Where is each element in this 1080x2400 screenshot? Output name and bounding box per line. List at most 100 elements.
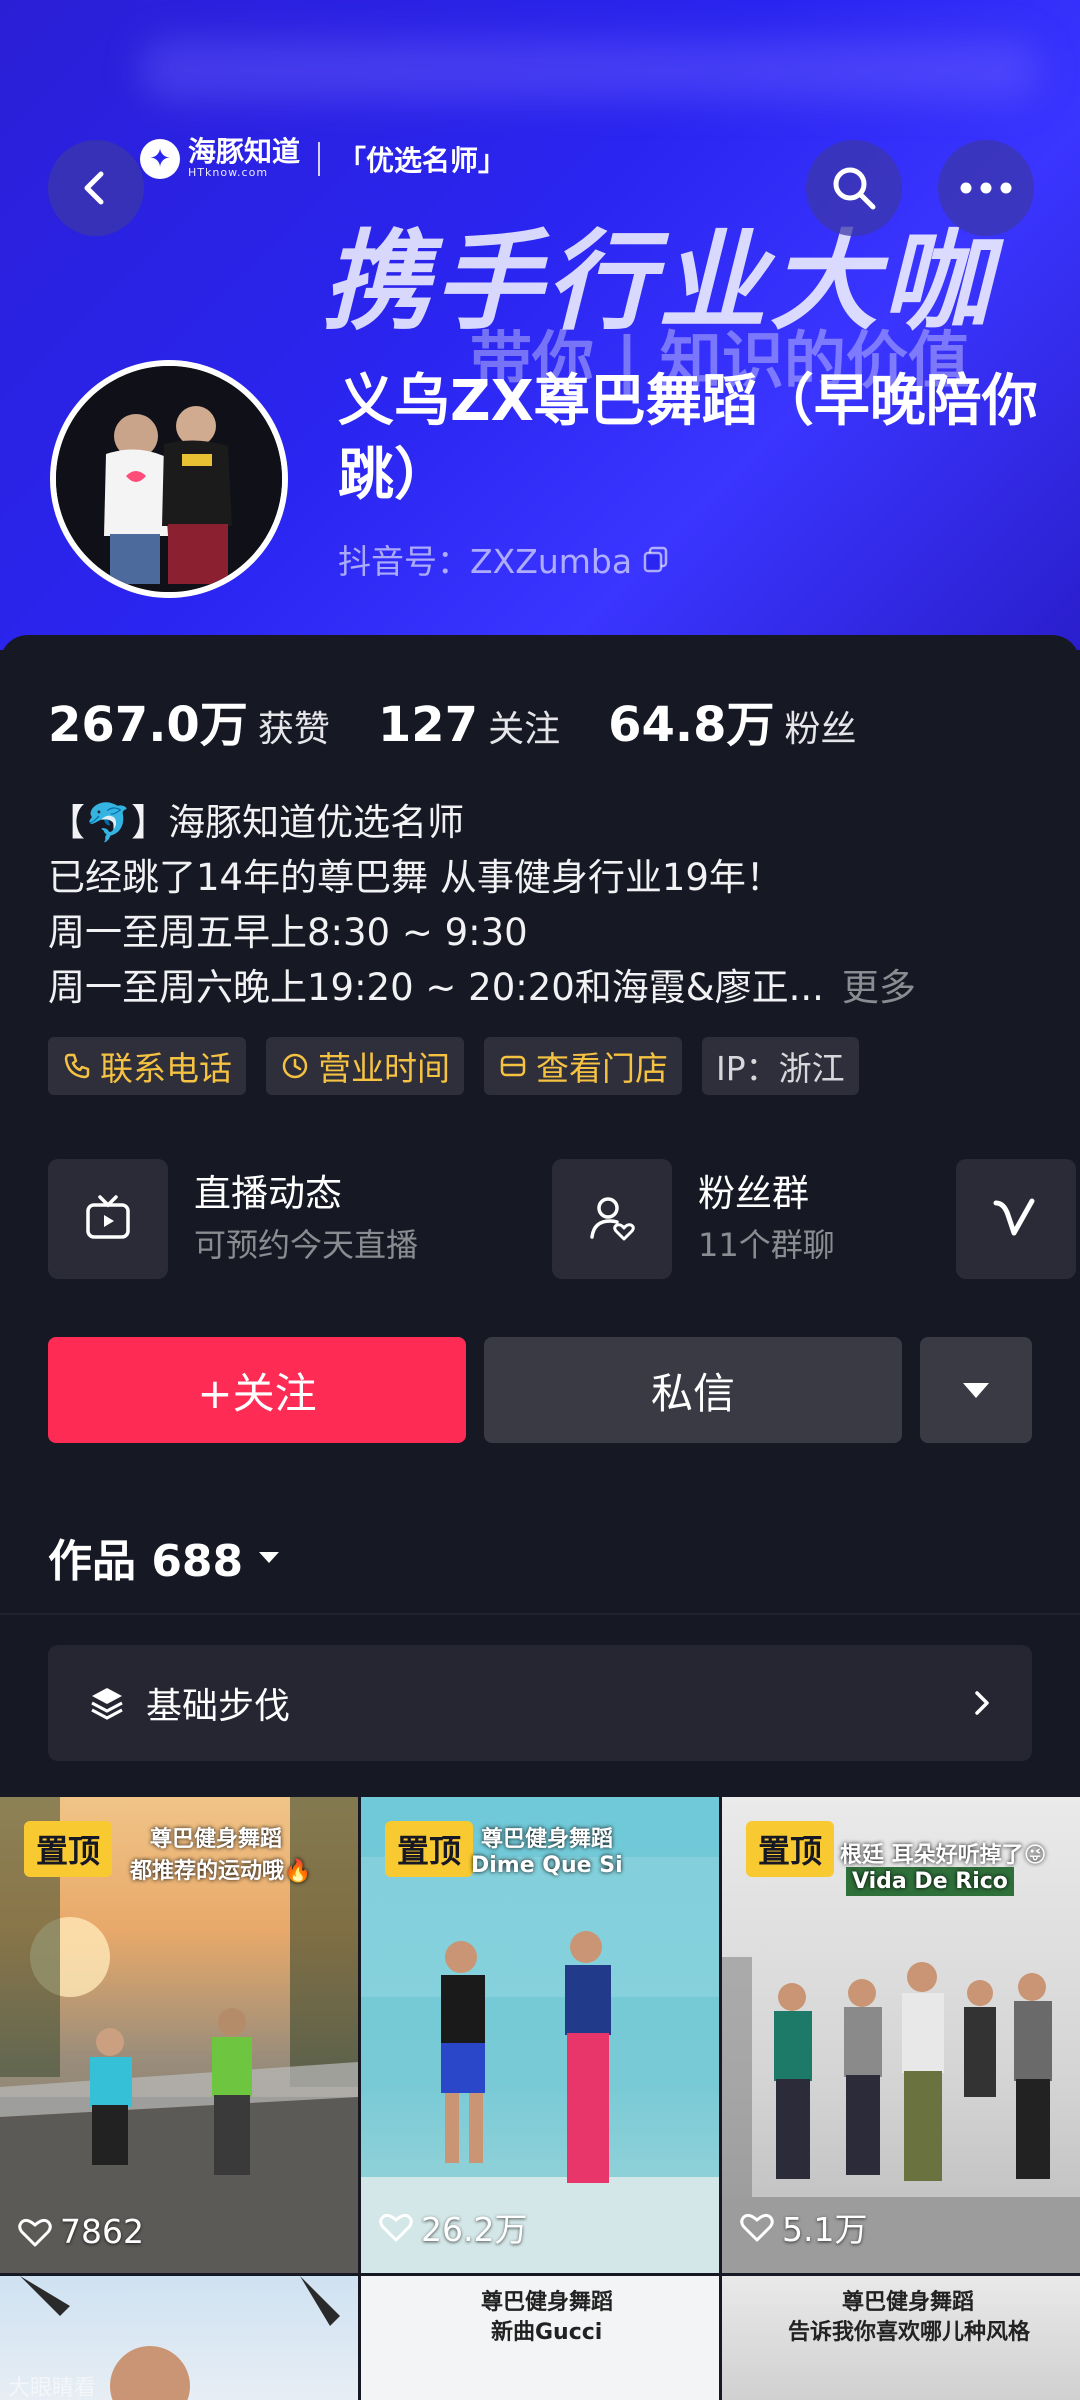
- video-caption-sub: 告诉我你喜欢哪儿种风格: [788, 2320, 1031, 2345]
- collection-label: 基础步伐: [146, 1686, 291, 1727]
- tv-icon: [86, 1195, 130, 1239]
- avatar-photo: [56, 366, 282, 592]
- brand-domain: HTknow.com: [188, 166, 269, 179]
- fans-icon-box: [552, 1159, 672, 1279]
- heart-icon: [379, 2213, 413, 2242]
- stat-following-count: 127: [377, 697, 479, 753]
- v-logo-icon: [993, 1198, 1035, 1236]
- video-caption-sub: 新曲Gucci: [491, 2320, 603, 2345]
- stat-likes-label: 获赞: [257, 709, 330, 750]
- collection-basic-steps[interactable]: 基础步伐: [48, 1645, 1032, 1761]
- live-icon-box: [48, 1159, 168, 1279]
- profile-name: 义乌ZX尊巴舞蹈（早晚陪你跳）: [338, 369, 1038, 508]
- video-caption-sub: Vida De Rico: [846, 1867, 1014, 1896]
- message-button[interactable]: 私信: [484, 1337, 902, 1443]
- triangle-down-icon: [963, 1383, 989, 1398]
- tag-store[interactable]: 查看门店: [484, 1037, 682, 1095]
- action-buttons: +关注 私信: [48, 1337, 1032, 1443]
- follow-button[interactable]: +关注: [48, 1337, 466, 1443]
- tag-ip-label: IP：浙江: [716, 1049, 845, 1088]
- stat-likes[interactable]: 267.0万 获赞: [48, 685, 330, 755]
- works-label: 作品 688: [48, 1536, 244, 1587]
- avatar[interactable]: [50, 360, 288, 598]
- stat-followers-count: 64.8万: [608, 697, 775, 753]
- copy-icon[interactable]: [642, 545, 670, 573]
- live-card-title: 直播动态: [194, 1172, 342, 1215]
- heart-icon: [18, 2218, 52, 2246]
- stat-following[interactable]: 127 关注: [378, 697, 560, 753]
- back-button[interactable]: [48, 140, 144, 236]
- bio-line-text: 周一至周六晚上19:20 ~ 20:20和海霞&廖正...: [48, 966, 824, 1009]
- stat-followers[interactable]: 64.8万 粉丝: [608, 685, 856, 755]
- video-caption-sub: 都推荐的运动哦🔥: [130, 1859, 312, 1884]
- works-tab[interactable]: 作品 688: [48, 1525, 281, 1589]
- video-caption: 尊巴健身舞蹈: [481, 2290, 614, 2315]
- live-card-subtitle: 可预约今天直播: [194, 1226, 419, 1264]
- video-likes-count: 7862: [60, 2212, 144, 2251]
- fans-group-icon: [590, 1197, 635, 1241]
- heart-icon: [740, 2213, 774, 2242]
- tag-hours-label: 营业时间: [318, 1049, 450, 1088]
- video-caption-sub: Dime Que Si: [471, 1853, 623, 1878]
- video-caption: 尊巴健身舞蹈: [842, 2290, 975, 2315]
- brand-divider: [318, 141, 321, 176]
- tag-phone-label: 联系电话: [100, 1049, 232, 1088]
- banner-glow: [140, 40, 1040, 100]
- clock-icon: [282, 1053, 308, 1079]
- more-dots-icon: [960, 182, 1012, 194]
- recommend-dropdown-button[interactable]: [920, 1337, 1032, 1443]
- pinned-badge: 置顶: [24, 1821, 113, 1877]
- bio-more-link[interactable]: 更多: [842, 966, 916, 1009]
- video-caption: 尊巴健身舞蹈: [481, 1827, 614, 1852]
- tag-hours[interactable]: 营业时间: [266, 1037, 464, 1095]
- more-button[interactable]: [938, 140, 1034, 236]
- bio-line: 周一至周五早上8:30 ~ 9:30: [48, 911, 528, 954]
- store-icon: [500, 1055, 526, 1077]
- vlog-card[interactable]: [956, 1159, 1076, 1279]
- search-button[interactable]: [806, 140, 902, 236]
- stat-followers-label: 粉丝: [784, 709, 857, 750]
- search-icon: [833, 167, 876, 210]
- stat-likes-count: 267.0万: [48, 697, 248, 753]
- tag-store-label: 查看门店: [536, 1049, 668, 1088]
- brand-tag: 「优选名师」: [338, 143, 507, 177]
- tag-phone[interactable]: 联系电话: [48, 1037, 246, 1095]
- video-tile[interactable]: 置顶 尊巴健身舞蹈 Dime Que Si 26.2万: [361, 1797, 719, 2273]
- video-likes-count: 26.2万: [421, 2210, 528, 2249]
- bio-line: 已经跳了14年的尊巴舞 从事健身行业19年！: [48, 856, 783, 899]
- watermark: 大眼睛看: [8, 2376, 97, 2400]
- layers-icon: [91, 1688, 123, 1720]
- video-likes: 5.1万: [740, 2203, 867, 2251]
- chevron-right-icon: [975, 1691, 989, 1715]
- works-divider: [0, 1613, 1080, 1615]
- feature-cards: 直播动态 可预约今天直播 粉丝群 11个群聊: [48, 1159, 1080, 1279]
- fans-card-title: 粉丝群: [698, 1172, 809, 1215]
- video-tile[interactable]: 置顶 根廷 耳朵好听掉了😜 Vida De Rico 5.1万: [722, 1797, 1080, 2273]
- video-likes: 7862: [18, 2212, 144, 2251]
- bio-line-last: 周一至周六晚上19:20 ~ 20:20和海霞&廖正... 更多: [48, 960, 1048, 1015]
- live-card[interactable]: 直播动态 可预约今天直播: [48, 1159, 418, 1279]
- video-caption: 根廷 耳朵好听掉了😜: [840, 1843, 1047, 1868]
- chevron-left-icon: [84, 171, 104, 205]
- douyin-id[interactable]: 抖音号：ZXZumba: [338, 535, 670, 583]
- brand-logo: ✦ 海豚知道 HTknow.com 「优选名师」: [140, 138, 506, 179]
- fans-card-subtitle: 11个群聊: [698, 1226, 835, 1264]
- bio-line: 【🐬】海豚知道优选名师: [48, 801, 465, 844]
- video-tile[interactable]: 尊巴健身舞蹈 新曲Gucci: [361, 2276, 719, 2400]
- video-likes-count: 5.1万: [782, 2210, 868, 2249]
- fans-group-card[interactable]: 粉丝群 11个群聊: [552, 1159, 835, 1279]
- stats-row: 267.0万 获赞 127 关注 64.8万 粉丝: [48, 685, 857, 755]
- info-tags: 联系电话 营业时间 查看门店 IP：浙江: [48, 1037, 859, 1095]
- caret-down-icon: [259, 1552, 280, 1563]
- phone-icon: [64, 1053, 90, 1079]
- video-tile[interactable]: 置顶 尊巴健身舞蹈 都推荐的运动哦🔥 7862: [0, 1797, 358, 2273]
- brand-name: 海豚知道: [188, 135, 301, 168]
- douyin-id-text: 抖音号：ZXZumba: [338, 542, 633, 581]
- video-tile[interactable]: 尊巴健身舞蹈 告诉我你喜欢哪儿种风格: [722, 2276, 1080, 2400]
- video-caption: 尊巴健身舞蹈: [150, 1827, 283, 1852]
- bio[interactable]: 【🐬】海豚知道优选名师 已经跳了14年的尊巴舞 从事健身行业19年！ 周一至周五…: [48, 795, 1048, 1015]
- tag-ip: IP：浙江: [702, 1037, 859, 1095]
- video-likes: 26.2万: [379, 2203, 527, 2251]
- stat-following-label: 关注: [488, 709, 561, 750]
- dolphin-icon: ✦: [140, 138, 180, 179]
